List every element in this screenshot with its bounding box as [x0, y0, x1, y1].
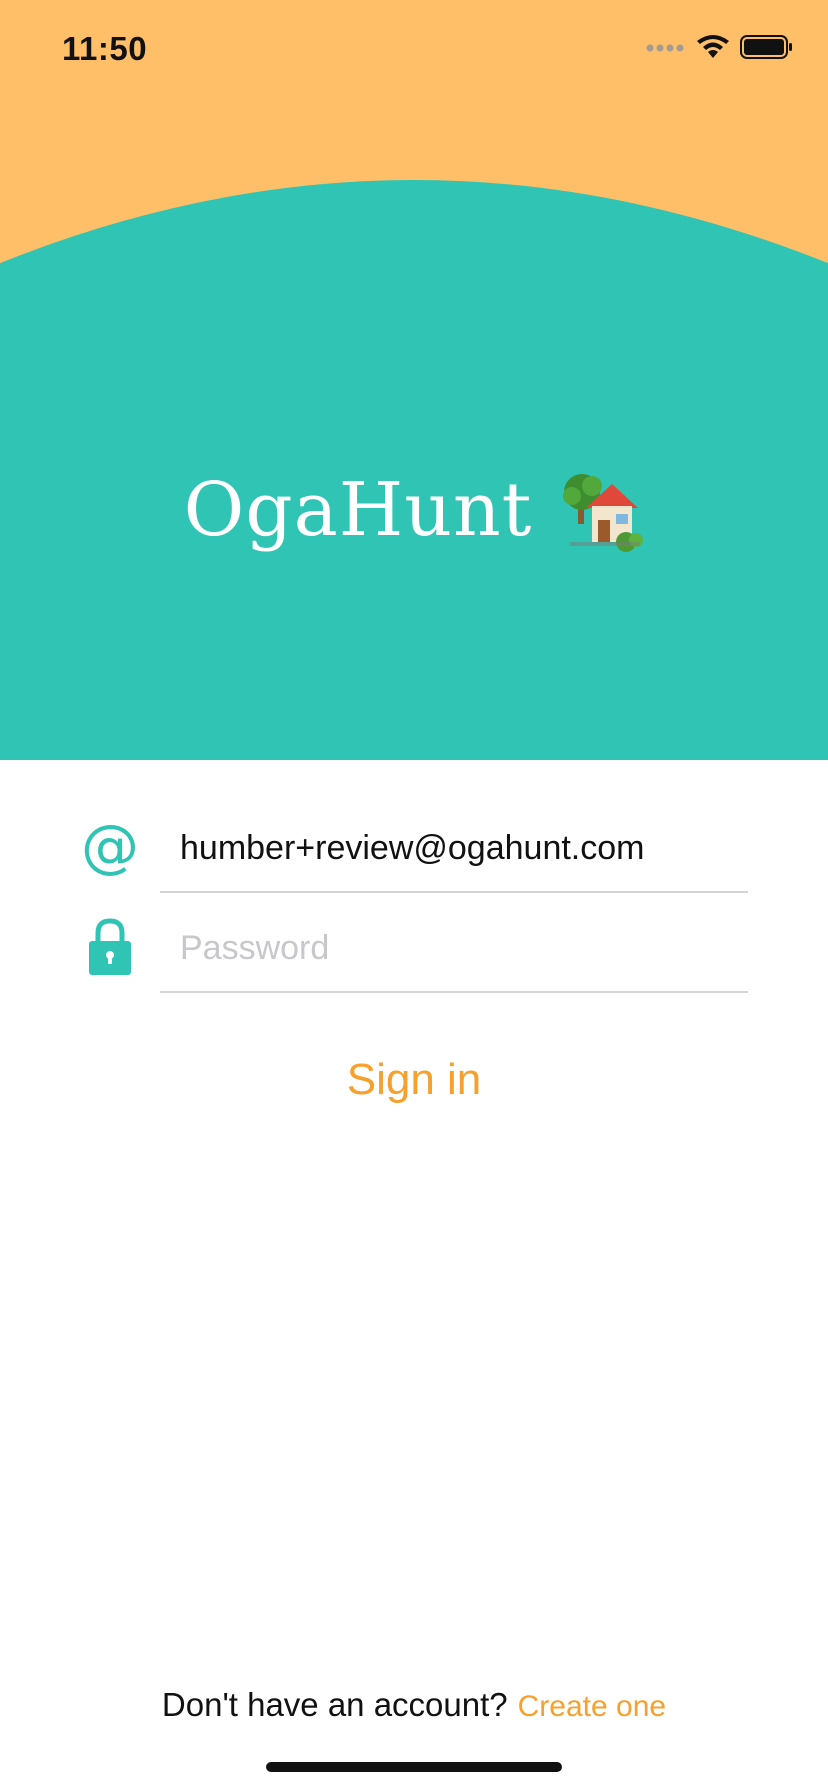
header-background	[0, 0, 828, 760]
email-field[interactable]	[160, 805, 748, 893]
login-screen: 11:50 OgaHunt @ humber+review@ogahunt.co…	[0, 0, 828, 1792]
battery-icon	[740, 34, 794, 65]
status-time: 11:50	[62, 30, 148, 67]
create-account-link[interactable]: Create one	[518, 1690, 666, 1723]
lock-icon	[80, 917, 140, 977]
footer: Don't have an account? Create one	[0, 1686, 828, 1724]
header: 11:50 OgaHunt	[0, 0, 828, 760]
house-with-garden-icon	[560, 468, 644, 552]
status-bar: 11:50	[0, 0, 828, 100]
app-title-text: OgaHunt	[183, 467, 533, 553]
app-title: OgaHunt	[0, 460, 828, 560]
password-row	[0, 905, 828, 1005]
email-row: @	[0, 805, 828, 905]
password-field[interactable]	[160, 905, 748, 993]
sign-in-button[interactable]: Sign in	[264, 1045, 564, 1115]
cellular-signal-icon	[646, 41, 686, 59]
svg-text:@: @	[81, 818, 139, 876]
signup-prompt: Don't have an account?	[161, 1686, 508, 1723]
wifi-icon	[696, 34, 730, 65]
home-indicator[interactable]	[266, 1762, 562, 1772]
at-sign-icon: @	[80, 817, 140, 877]
status-icons	[646, 34, 794, 65]
